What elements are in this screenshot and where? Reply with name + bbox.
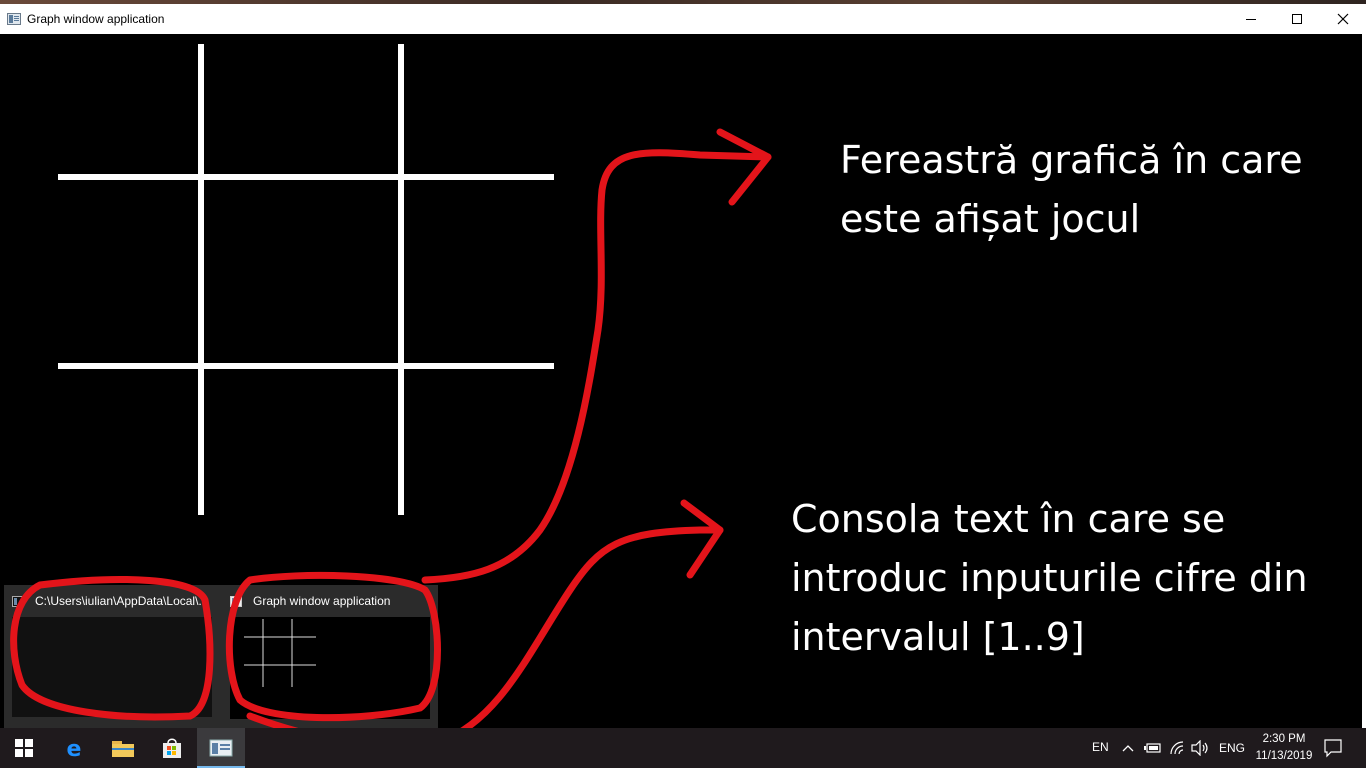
console-thumbnail-title: C:\Users\iulian\AppData\Local\... [35, 594, 209, 608]
console-caption: Consola text în care se introduc inputur… [791, 497, 1308, 659]
taskbar-store[interactable] [148, 728, 196, 768]
console-thumbnail-preview [12, 617, 212, 717]
graph-thumbnail-title: Graph window application [253, 594, 391, 608]
language-indicator[interactable]: EN [1092, 740, 1109, 754]
grid-horizontal-line-2 [58, 363, 554, 369]
console-thumbnail[interactable]: C:\Users\iulian\AppData\Local\... [4, 585, 218, 728]
graph-window-icon [209, 739, 233, 757]
taskbar-clock[interactable]: 2:30 PM 11/13/2019 [1250, 731, 1318, 765]
taskbar-edge[interactable]: e [50, 728, 98, 768]
app-icon [7, 13, 21, 25]
grid-vertical-line-1 [198, 44, 204, 515]
store-icon [163, 738, 181, 758]
graph-window-thumbnail[interactable]: Graph window application [222, 585, 438, 728]
grid-horizontal-line-1 [58, 174, 554, 180]
action-center-icon[interactable] [1323, 738, 1343, 758]
taskbar-thumbnail-panel: C:\Users\iulian\AppData\Local\... Graph … [4, 585, 438, 728]
mini-grid-icon [244, 619, 316, 687]
window-title: Graph window application [27, 12, 165, 26]
graph-thumbnail-preview [230, 617, 430, 719]
window-controls [1228, 4, 1366, 34]
window-right-border [1362, 34, 1366, 728]
console-thumbnail-title-row: C:\Users\iulian\AppData\Local\... [4, 593, 208, 609]
show-hidden-icons-chevron-icon[interactable] [1122, 743, 1134, 753]
clock-date: 11/13/2019 [1255, 750, 1313, 762]
edge-icon: e [67, 737, 82, 760]
window-titlebar[interactable]: Graph window application [0, 4, 1366, 34]
folder-icon [112, 741, 134, 757]
screen: Graph window application Fereastră grafi… [0, 0, 1366, 768]
clock-time: 2:30 PM [1262, 733, 1306, 745]
start-button[interactable] [0, 728, 48, 768]
maximize-button[interactable] [1274, 4, 1320, 34]
console-window-icon [12, 595, 24, 607]
svg-text:e: e [67, 737, 82, 760]
taskbar-graph-window[interactable] [197, 728, 245, 768]
graph-window-icon [230, 595, 242, 607]
battery-icon[interactable] [1144, 742, 1162, 754]
minimize-icon [1246, 19, 1256, 20]
taskbar-file-explorer[interactable] [99, 728, 147, 768]
maximize-icon [1292, 14, 1302, 24]
windows-logo-icon [15, 739, 33, 757]
close-button[interactable] [1320, 4, 1366, 34]
minimize-button[interactable] [1228, 4, 1274, 34]
input-language[interactable]: ENG [1219, 741, 1245, 755]
volume-icon[interactable] [1191, 740, 1209, 756]
grid-vertical-line-2 [398, 44, 404, 515]
taskbar: e EN ENG 2:30 PM 11/13/2019 [0, 728, 1366, 768]
graph-thumbnail-title-row: Graph window application [222, 593, 390, 609]
close-icon [1337, 13, 1349, 25]
graphic-window-caption: Fereastră grafică în care este afișat jo… [840, 138, 1303, 241]
wifi-icon[interactable] [1168, 740, 1186, 756]
